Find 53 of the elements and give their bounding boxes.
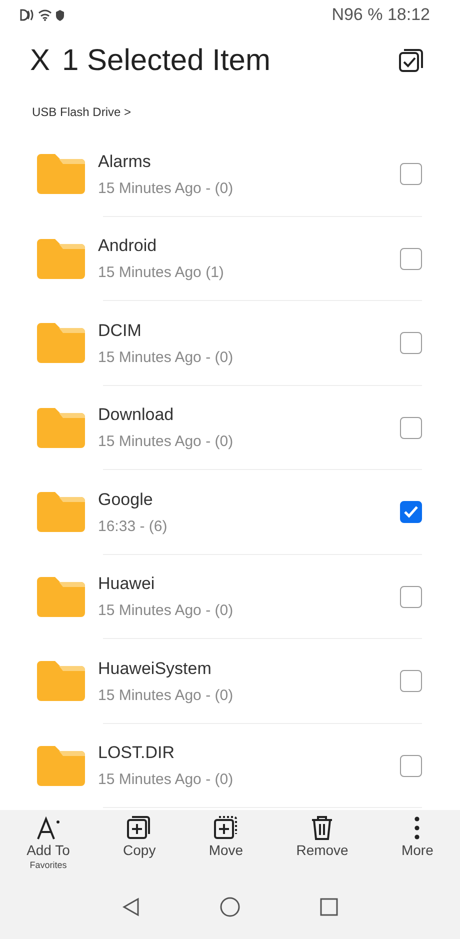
folder-info: 15 Minutes Ago - (0) (98, 180, 234, 197)
folder-info: 15 Minutes Ago (1) (98, 264, 224, 282)
folder-icon (37, 408, 85, 448)
remove-button[interactable]: Remove (292, 816, 352, 858)
checkbox[interactable] (400, 332, 422, 354)
folder-info: 15 Minutes Ago - (0) (98, 348, 234, 366)
signal-icon (20, 9, 35, 21)
folder-icon (37, 746, 85, 786)
favorite-button[interactable]: Add To Favorites (22, 816, 74, 870)
folder-icon (37, 492, 85, 532)
checkbox[interactable] (400, 586, 422, 608)
checkbox[interactable] (400, 754, 422, 777)
folder-name: LOST.DIR (98, 743, 175, 764)
close-button[interactable]: X (30, 44, 50, 78)
folder-info: 15 Minutes Ago - (0) (98, 686, 234, 704)
folder-icon (37, 238, 85, 279)
folder-name: Download (98, 405, 174, 426)
select-all-icon[interactable] (398, 48, 424, 74)
recents-icon[interactable] (320, 898, 338, 916)
folder-info: 15 Minutes Ago - (0) (98, 433, 234, 450)
back-icon[interactable] (122, 896, 140, 916)
letter-star-icon (35, 816, 62, 840)
folder-icon (37, 576, 85, 617)
move-icon (212, 816, 239, 840)
copy-icon (126, 816, 152, 840)
folder-name: Huawei (98, 574, 155, 594)
folder-name: HuaweiSystem (98, 658, 212, 679)
folder-icon (37, 661, 85, 702)
folder-icon (37, 154, 85, 194)
more-icon (414, 816, 420, 840)
checkbox[interactable] (400, 416, 422, 439)
checkbox[interactable] (400, 163, 422, 186)
wifi-icon (38, 9, 52, 21)
home-icon[interactable] (220, 896, 240, 916)
folder-info: 15 Minutes Ago - (0) (98, 771, 234, 788)
breadcrumb-link[interactable]: USB Flash Drive > (32, 105, 132, 119)
more-button[interactable]: More (397, 816, 438, 858)
copy-button[interactable]: Copy (119, 816, 160, 858)
folder-name: Alarms (98, 152, 151, 172)
checkbox[interactable] (400, 670, 422, 692)
move-button[interactable]: Move (204, 816, 248, 858)
checkbox[interactable] (400, 248, 422, 270)
folder-info: 15 Minutes Ago - (0) (98, 602, 234, 620)
folder-name: DCIM (98, 320, 142, 341)
status-text: N96 % 18:12 (332, 5, 430, 25)
check-icon (403, 505, 419, 520)
folder-name: Google (98, 490, 153, 510)
folder-info: 16:33 - (6) (98, 518, 168, 535)
checkbox[interactable] (400, 501, 422, 524)
shield-icon (55, 9, 65, 21)
selection-title: 1 Selected Item (62, 44, 270, 78)
folder-name: Android (98, 236, 157, 256)
folder-icon (37, 323, 85, 364)
